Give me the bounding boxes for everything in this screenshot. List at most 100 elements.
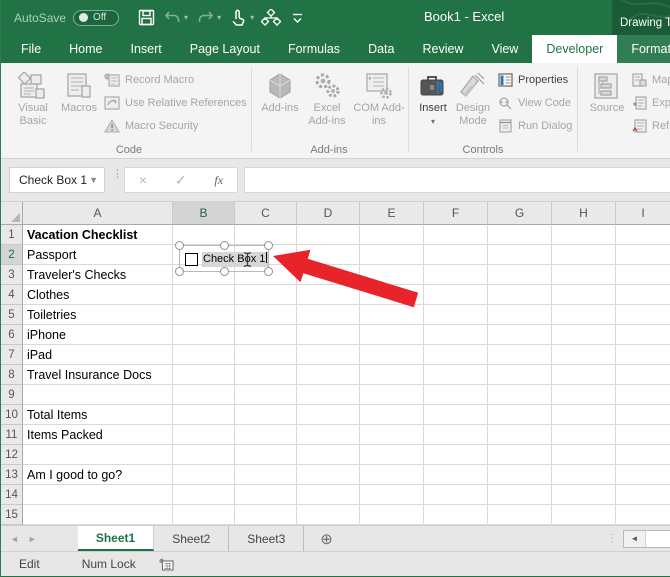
new-sheet-button[interactable]: ⊕ [304,526,349,551]
run-dialog-button[interactable]: Run Dialog [498,119,572,133]
cell-f8[interactable] [424,365,488,385]
cell-d15[interactable] [297,505,360,525]
cell-f14[interactable] [424,485,488,505]
cell-h2[interactable] [552,245,616,265]
map-properties-button[interactable]: Map Properties [632,73,670,87]
tab-insert[interactable]: Insert [117,35,176,63]
cell-g1[interactable] [488,225,552,245]
cell-d14[interactable] [297,485,360,505]
column-header-e[interactable]: E [360,202,424,225]
sheet-tab-sheet3[interactable]: Sheet3 [229,526,304,551]
cell-b9[interactable] [173,385,235,405]
cell-a7[interactable]: iPad [23,345,173,365]
source-button[interactable]: Source [585,68,629,115]
cell-e15[interactable] [360,505,424,525]
checkbox-label[interactable]: Check Box 1 [202,252,268,267]
selection-handle-sw[interactable] [175,267,184,276]
cell-i9[interactable] [616,385,670,405]
cell-i12[interactable] [616,445,670,465]
cell-h8[interactable] [552,365,616,385]
cell-f15[interactable] [424,505,488,525]
row-header-9[interactable]: 9 [1,385,23,405]
cell-h5[interactable] [552,305,616,325]
undo-icon[interactable] [161,6,183,30]
cell-i8[interactable] [616,365,670,385]
column-header-h[interactable]: H [552,202,616,225]
cell-b5[interactable] [173,305,235,325]
cell-f12[interactable] [424,445,488,465]
sheet-tab-sheet1[interactable]: Sheet1 [78,526,154,551]
cell-c9[interactable] [235,385,297,405]
name-box-dropdown-icon[interactable]: ▼ [89,175,98,185]
row-header-1[interactable]: 1 [1,225,23,245]
tab-format[interactable]: Format [617,35,670,63]
cell-a3[interactable]: Traveler's Checks [23,265,173,285]
cell-e9[interactable] [360,385,424,405]
cell-i5[interactable] [616,305,670,325]
cell-i7[interactable] [616,345,670,365]
com-add-ins-button[interactable]: COM Add-ins [353,68,405,127]
cell-c13[interactable] [235,465,297,485]
sheet-nav-left-icon[interactable]: ◄ [1,526,28,551]
cell-c15[interactable] [235,505,297,525]
row-header-2[interactable]: 2 [1,245,23,265]
cancel-icon[interactable]: × [139,172,147,188]
visual-basic-button[interactable]: Visual Basic [9,68,57,127]
cell-g9[interactable] [488,385,552,405]
cell-h9[interactable] [552,385,616,405]
cell-g12[interactable] [488,445,552,465]
cell-i1[interactable] [616,225,670,245]
cell-e12[interactable] [360,445,424,465]
cell-g2[interactable] [488,245,552,265]
cell-e5[interactable] [360,305,424,325]
row-header-13[interactable]: 13 [1,465,23,485]
cell-g5[interactable] [488,305,552,325]
tab-home[interactable]: Home [55,35,116,63]
tab-view[interactable]: View [477,35,532,63]
cell-h7[interactable] [552,345,616,365]
column-header-g[interactable]: G [488,202,552,225]
cell-i3[interactable] [616,265,670,285]
row-header-11[interactable]: 11 [1,425,23,445]
cell-d10[interactable] [297,405,360,425]
record-macro-status-icon[interactable] [158,558,174,571]
touch-mouse-mode-icon[interactable] [227,6,249,30]
cell-c10[interactable] [235,405,297,425]
row-header-8[interactable]: 8 [1,365,23,385]
cell-b14[interactable] [173,485,235,505]
diagram-icon[interactable] [260,6,282,30]
cell-h14[interactable] [552,485,616,505]
row-header-6[interactable]: 6 [1,325,23,345]
cell-c14[interactable] [235,485,297,505]
cell-g8[interactable] [488,365,552,385]
cell-h4[interactable] [552,285,616,305]
touch-mode-dropdown-icon[interactable]: ▾ [250,13,254,22]
cell-f9[interactable] [424,385,488,405]
tab-page-layout[interactable]: Page Layout [176,35,274,63]
cell-c7[interactable] [235,345,297,365]
cell-e1[interactable] [360,225,424,245]
cell-f11[interactable] [424,425,488,445]
row-header-3[interactable]: 3 [1,265,23,285]
cell-c6[interactable] [235,325,297,345]
cell-g10[interactable] [488,405,552,425]
design-mode-button[interactable]: Design Mode [451,68,495,127]
cell-h10[interactable] [552,405,616,425]
cell-a5[interactable]: Toiletries [23,305,173,325]
cell-a6[interactable]: iPhone [23,325,173,345]
cell-f3[interactable] [424,265,488,285]
tab-splitter[interactable]: ⋮ [607,536,615,541]
cell-d6[interactable] [297,325,360,345]
cell-a1[interactable]: Vacation Checklist [23,225,173,245]
cell-g7[interactable] [488,345,552,365]
tab-data[interactable]: Data [354,35,408,63]
cell-b4[interactable] [173,285,235,305]
cell-b12[interactable] [173,445,235,465]
cell-d7[interactable] [297,345,360,365]
cell-i15[interactable] [616,505,670,525]
cell-d11[interactable] [297,425,360,445]
cell-e7[interactable] [360,345,424,365]
cell-c5[interactable] [235,305,297,325]
customize-qat-icon[interactable] [286,6,308,30]
cell-i2[interactable] [616,245,670,265]
